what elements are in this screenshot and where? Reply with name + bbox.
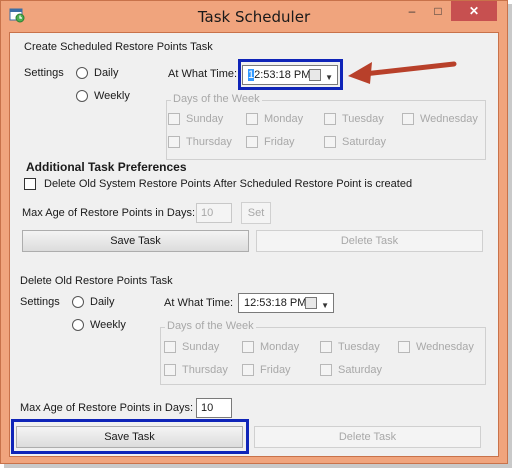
time-label: At What Time: bbox=[168, 68, 238, 80]
max-age-label-2: Max Age of Restore Points in Days: bbox=[20, 402, 194, 414]
max-age-input-2[interactable]: 10 bbox=[196, 398, 232, 418]
daily-radio-label-2[interactable]: Daily bbox=[90, 296, 114, 308]
minimize-button[interactable]: – bbox=[399, 1, 425, 21]
sunday-checkbox[interactable] bbox=[168, 113, 180, 125]
task-scheduler-window: Task Scheduler – □ ✕ Create Scheduled Re… bbox=[0, 0, 508, 464]
time-label-2: At What Time: bbox=[164, 297, 234, 309]
daily-radio-2[interactable] bbox=[72, 296, 84, 308]
sunday-label-2: Sunday bbox=[182, 341, 220, 353]
settings-label-2: Settings bbox=[20, 296, 60, 308]
thursday-checkbox[interactable] bbox=[168, 136, 180, 148]
weekly-radio[interactable] bbox=[76, 90, 88, 102]
tuesday-checkbox[interactable] bbox=[324, 113, 336, 125]
time-picker-highlight bbox=[238, 59, 343, 90]
wednesday-checkbox-2[interactable] bbox=[398, 341, 410, 353]
calendar-icon-2[interactable] bbox=[305, 297, 317, 309]
delete-old-points-checkbox[interactable] bbox=[24, 178, 36, 190]
tuesday-label: Tuesday bbox=[342, 113, 384, 125]
save-task-highlight bbox=[11, 419, 249, 454]
friday-label-2: Friday bbox=[260, 364, 291, 376]
max-age-label: Max Age of Restore Points in Days: bbox=[22, 207, 196, 219]
monday-label-2: Monday bbox=[260, 341, 300, 353]
set-button[interactable]: Set bbox=[241, 202, 271, 224]
save-task-button[interactable]: Save Task bbox=[22, 230, 249, 252]
title-bar[interactable]: Task Scheduler – □ ✕ bbox=[1, 1, 507, 31]
additional-preferences-heading: Additional Task Preferences bbox=[26, 160, 187, 174]
saturday-label: Saturday bbox=[342, 136, 387, 148]
weekly-radio-label[interactable]: Weekly bbox=[94, 90, 130, 102]
days-of-week-group-2: Days of the Week bbox=[160, 320, 486, 385]
monday-label: Monday bbox=[264, 113, 304, 125]
max-age-input[interactable]: 10 bbox=[196, 203, 232, 223]
delete-old-points-label[interactable]: Delete Old System Restore Points After S… bbox=[44, 178, 412, 190]
chevron-down-icon-2[interactable]: ▼ bbox=[321, 297, 329, 315]
sunday-label: Sunday bbox=[186, 113, 224, 125]
close-button[interactable]: ✕ bbox=[451, 1, 497, 21]
time-picker-2[interactable]: 12:53:18 PM ▼ bbox=[238, 293, 334, 313]
daily-radio-label[interactable]: Daily bbox=[94, 67, 118, 79]
daily-radio[interactable] bbox=[76, 67, 88, 79]
thursday-checkbox-2[interactable] bbox=[164, 364, 176, 376]
saturday-checkbox-2[interactable] bbox=[320, 364, 332, 376]
wednesday-label-2: Wednesday bbox=[416, 341, 474, 353]
tuesday-label-2: Tuesday bbox=[338, 341, 380, 353]
days-group-legend-2: Days of the Week bbox=[165, 320, 256, 332]
thursday-label-2: Thursday bbox=[182, 364, 228, 376]
thursday-label: Thursday bbox=[186, 136, 232, 148]
monday-checkbox-2[interactable] bbox=[242, 341, 254, 353]
friday-checkbox[interactable] bbox=[246, 136, 258, 148]
wednesday-label: Wednesday bbox=[420, 113, 478, 125]
delete-task-heading: Delete Old Restore Points Task bbox=[20, 275, 173, 287]
tuesday-checkbox-2[interactable] bbox=[320, 341, 332, 353]
days-group-legend: Days of the Week bbox=[171, 93, 262, 105]
weekly-radio-2[interactable] bbox=[72, 319, 84, 331]
days-of-week-group: Days of the Week bbox=[166, 93, 486, 160]
delete-task-button-2[interactable]: Delete Task bbox=[254, 426, 481, 448]
create-task-heading: Create Scheduled Restore Points Task bbox=[24, 41, 213, 53]
maximize-button[interactable]: □ bbox=[425, 1, 451, 21]
saturday-checkbox[interactable] bbox=[324, 136, 336, 148]
monday-checkbox[interactable] bbox=[246, 113, 258, 125]
client-area: Create Scheduled Restore Points Task Set… bbox=[9, 32, 499, 457]
annotation-arrow-icon bbox=[348, 61, 457, 84]
friday-checkbox-2[interactable] bbox=[242, 364, 254, 376]
saturday-label-2: Saturday bbox=[338, 364, 383, 376]
wednesday-checkbox[interactable] bbox=[402, 113, 414, 125]
time-value-2: 12:53:18 PM bbox=[244, 297, 307, 309]
delete-task-button[interactable]: Delete Task bbox=[256, 230, 483, 252]
weekly-radio-label-2[interactable]: Weekly bbox=[90, 319, 126, 331]
settings-label: Settings bbox=[24, 67, 64, 79]
sunday-checkbox-2[interactable] bbox=[164, 341, 176, 353]
friday-label: Friday bbox=[264, 136, 295, 148]
